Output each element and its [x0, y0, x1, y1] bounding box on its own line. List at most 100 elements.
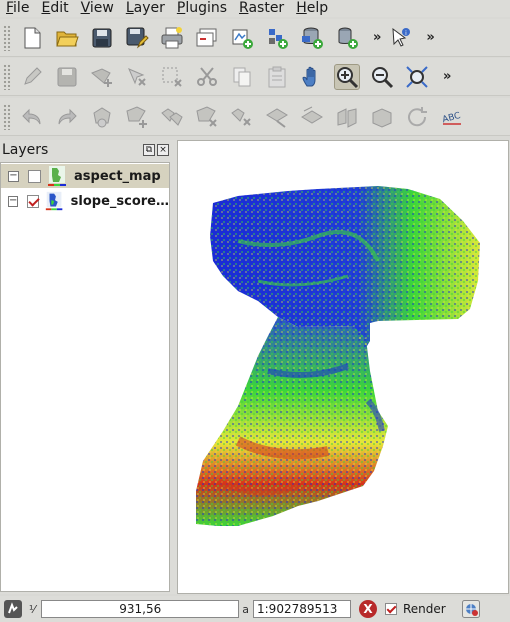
label-button[interactable]: ABC: [439, 104, 465, 130]
add-wms-button[interactable]: [334, 25, 360, 51]
menu-bar: File Edit View Layer Plugins Raster Help: [0, 0, 510, 17]
save-as-button[interactable]: [124, 25, 150, 51]
open-project-button[interactable]: [54, 25, 80, 51]
layer-item-aspect-map[interactable]: − aspect_map: [1, 164, 169, 188]
paste-button[interactable]: [264, 64, 290, 90]
crs-status-icon[interactable]: [461, 600, 480, 618]
rotate-button[interactable]: [404, 104, 430, 130]
svg-text:ABC: ABC: [441, 110, 461, 124]
paste-icon: [268, 66, 286, 87]
pan-button[interactable]: [299, 64, 325, 90]
label-icon: ABC: [441, 110, 461, 124]
render-label: Render: [403, 602, 446, 616]
move-feature-button[interactable]: [124, 64, 150, 90]
toolbar-overflow-button[interactable]: »: [373, 30, 381, 45]
zoom-in-icon: [337, 66, 359, 88]
menu-file[interactable]: File: [0, 0, 35, 17]
toolbar-grip[interactable]: [3, 103, 11, 130]
new-spatialite-button[interactable]: [264, 25, 290, 51]
zoom-out-button[interactable]: [369, 64, 395, 90]
float-panel-button[interactable]: ⧉: [143, 144, 155, 156]
collapse-icon[interactable]: −: [8, 195, 19, 207]
status-bar: ⅟ 931,56 a 1:902789513 X Render: [0, 596, 510, 622]
add-feature-icon: [91, 67, 112, 87]
save-as-icon: [126, 27, 149, 48]
menu-help[interactable]: Help: [290, 0, 334, 17]
copy-icon: [233, 67, 251, 86]
zoom-out-icon: [372, 66, 394, 88]
map-canvas[interactable]: [177, 140, 509, 594]
delete-selected-button[interactable]: [159, 64, 185, 90]
reshape-icon: [266, 107, 288, 128]
raster-layer-icon: [46, 191, 63, 211]
split-button[interactable]: [334, 104, 360, 130]
menu-plugins[interactable]: Plugins: [171, 0, 233, 17]
zoom-in-button[interactable]: [334, 63, 360, 90]
layers-list: − aspect_map − slope_score…: [0, 162, 170, 592]
save-project-icon: [92, 28, 112, 47]
merge-icon: [372, 107, 392, 128]
coordinate-label: ⅟: [29, 602, 36, 616]
merge-button[interactable]: [369, 104, 395, 130]
layer-name: slope_score…: [70, 193, 169, 209]
add-part-button[interactable]: [159, 104, 185, 130]
reshape-button[interactable]: [264, 104, 290, 130]
delete-part-button[interactable]: [229, 104, 255, 130]
toolbar-overflow-button-2[interactable]: »: [426, 30, 434, 45]
delete-ring-button[interactable]: [194, 104, 220, 130]
toggle-editing-button[interactable]: [19, 64, 45, 90]
add-ring-button[interactable]: [124, 104, 150, 130]
stop-render-button[interactable]: X: [359, 600, 377, 618]
offset-curve-button[interactable]: [299, 104, 325, 130]
save-edits-icon: [57, 67, 77, 86]
file-toolbar: » i »: [0, 19, 510, 57]
simplify-icon: [93, 106, 111, 127]
simplify-button[interactable]: [89, 104, 115, 130]
cut-icon: [197, 66, 217, 86]
new-project-button[interactable]: [19, 25, 45, 51]
undo-button[interactable]: [19, 104, 45, 130]
layers-panel: Layers ⧉ × − aspect_map − slope_score…: [0, 140, 172, 594]
toolbar-overflow-button-3[interactable]: »: [443, 69, 451, 84]
render-checkbox[interactable]: [385, 603, 397, 615]
menu-view[interactable]: View: [75, 0, 120, 17]
add-feature-button[interactable]: [89, 64, 115, 90]
toolbar-grip[interactable]: [3, 63, 11, 90]
scale-field[interactable]: 1:902789513: [253, 600, 351, 618]
new-shapefile-button[interactable]: [229, 25, 255, 51]
layer-visibility-checkbox[interactable]: [27, 194, 40, 208]
zoom-full-button[interactable]: [404, 64, 430, 90]
advanced-edit-toolbar: ABC: [0, 98, 510, 136]
add-vector-button[interactable]: [299, 25, 325, 51]
new-project-icon: [24, 27, 41, 48]
layer-visibility-checkbox[interactable]: [28, 169, 41, 183]
redo-button[interactable]: [54, 104, 80, 130]
print-composer-button[interactable]: [159, 25, 185, 51]
cut-button[interactable]: [194, 64, 220, 90]
layer-item-slope-score[interactable]: − slope_score…: [1, 189, 169, 213]
copy-button[interactable]: [229, 64, 255, 90]
undo-icon: [22, 108, 41, 124]
add-part-icon: [161, 107, 183, 126]
new-spatialite-icon: [269, 28, 288, 49]
toolbar-grip[interactable]: [3, 24, 11, 51]
redo-icon: [58, 108, 77, 124]
raster-map: [196, 186, 480, 526]
layers-panel-title: Layers: [2, 142, 49, 158]
add-wms-icon: [338, 27, 358, 49]
coordinate-field[interactable]: 931,56: [41, 600, 240, 618]
collapse-icon[interactable]: −: [8, 170, 19, 182]
new-shapefile-icon: [232, 29, 253, 49]
menu-edit[interactable]: Edit: [35, 0, 74, 17]
message-log-icon[interactable]: [3, 599, 23, 619]
close-panel-button[interactable]: ×: [157, 144, 169, 156]
menu-layer[interactable]: Layer: [120, 0, 171, 17]
add-vector-icon: [302, 27, 323, 49]
save-project-button[interactable]: [89, 25, 115, 51]
menu-raster[interactable]: Raster: [233, 0, 290, 17]
open-project-icon: [56, 31, 79, 46]
identify-button[interactable]: i: [387, 25, 413, 51]
layer-name: aspect_map: [74, 168, 161, 184]
composer-manager-button[interactable]: [194, 25, 220, 51]
save-edits-button[interactable]: [54, 64, 80, 90]
